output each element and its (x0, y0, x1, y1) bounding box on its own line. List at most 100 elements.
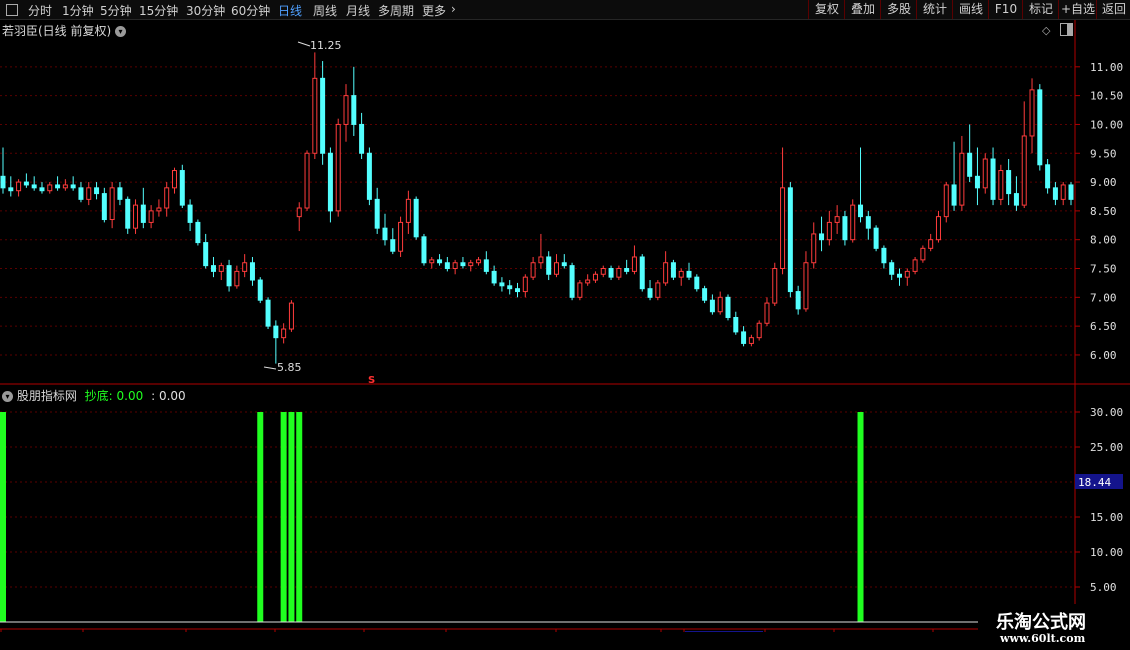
x-tick-label: 2022年 (3, 631, 42, 632)
candle-body (242, 262, 248, 272)
candle-body (982, 158, 988, 189)
period-tab-9[interactable]: 多周期 (378, 2, 414, 19)
candle (631, 245, 637, 275)
candle-body (234, 270, 240, 287)
candle-body (538, 256, 544, 264)
toolbar-button-3[interactable]: 统计 (916, 0, 953, 19)
diamond-icon[interactable]: ◇ (1042, 24, 1050, 37)
candle-body (1013, 193, 1019, 206)
candle-body (335, 123, 341, 212)
axis-text-layer: 11.00 10.50 10.00 9.50 9.00 8.50 8.00 7.50 7.00 6… (0, 61, 1123, 632)
period-tab-7[interactable]: 周线 (313, 2, 337, 19)
candle-body (8, 187, 14, 192)
layout-toggle-icon[interactable] (1060, 23, 1073, 36)
candle-body (281, 328, 287, 339)
candle (343, 84, 349, 142)
period-tab-5[interactable]: 60分钟 (231, 2, 270, 19)
candle (639, 254, 645, 292)
candle (476, 256, 482, 266)
period-tab-2[interactable]: 5分钟 (100, 2, 132, 19)
candle (460, 256, 466, 269)
candle (780, 147, 786, 275)
toolbar-button-8[interactable]: 返回 (1096, 0, 1130, 19)
more-chevron-icon[interactable]: › (451, 2, 456, 16)
indicator-y-tick-label: 30.00 (1090, 406, 1123, 419)
candle-body (616, 268, 622, 278)
main-y-tick-label: 10.00 (1090, 118, 1123, 131)
candle (249, 256, 255, 286)
signal-bar (288, 412, 295, 622)
candle-body (1045, 164, 1051, 189)
toolbar-button-5[interactable]: F10 (988, 0, 1023, 19)
candle-body (179, 170, 185, 206)
candle-body (257, 279, 263, 301)
chevron-down-icon[interactable]: ▾ (115, 26, 127, 37)
candle-body (842, 216, 848, 241)
candle-body (288, 302, 294, 330)
candle (616, 265, 622, 281)
candle (16, 179, 22, 197)
toolbar-button-6[interactable]: 标记 (1022, 0, 1059, 19)
candle-body (366, 152, 372, 200)
period-tab-6[interactable]: 日线 (278, 2, 302, 19)
candle-body (881, 247, 887, 264)
indicator-name: 股朋指标网 (16, 389, 77, 403)
indicator-value-1: 0.00 (116, 389, 144, 403)
candle (858, 147, 864, 223)
candle-body (327, 152, 333, 212)
candle-body (998, 170, 1004, 200)
candle (210, 256, 216, 278)
period-tab-0[interactable]: 分时 (28, 2, 52, 19)
candle-body (382, 227, 388, 241)
period-tab-3[interactable]: 15分钟 (139, 2, 178, 19)
period-tab-4[interactable]: 30分钟 (186, 2, 225, 19)
candle-body (741, 331, 747, 344)
candle-body (452, 262, 458, 270)
candle-body (1037, 89, 1043, 166)
indicator-title-bar: ▾ 股朋指标网 抄底: 0.00 : 0.00 (2, 387, 186, 404)
toolbar-button-1[interactable]: 叠加 (844, 0, 881, 19)
candle (374, 187, 380, 234)
main-y-tick-label: 9.00 (1090, 176, 1117, 189)
toolbar-button-4[interactable]: 画线 (952, 0, 989, 19)
candle-body (647, 288, 653, 298)
candle-body (951, 184, 957, 206)
candle-body (1068, 184, 1074, 200)
period-tab-1[interactable]: 1分钟 (62, 2, 94, 19)
candle (148, 205, 154, 229)
candle (678, 268, 684, 286)
candle-body (109, 187, 115, 221)
candle-body (444, 262, 450, 270)
candle (670, 259, 676, 281)
candle (172, 167, 178, 194)
candle (101, 187, 107, 223)
candle-body (31, 184, 37, 189)
toolbar-button-2[interactable]: 多股 (880, 0, 917, 19)
candle-body (117, 187, 123, 200)
candle (764, 297, 770, 327)
candle-body (795, 291, 801, 310)
signal-bar (857, 412, 864, 622)
chevron-down-icon[interactable]: ▾ (2, 391, 13, 402)
candle-body (974, 175, 980, 189)
candle-body (62, 184, 68, 189)
indicator-label: 抄底: (84, 389, 113, 403)
candle (382, 213, 388, 246)
candle (1029, 78, 1035, 154)
toolbar-button-7[interactable]: +自选 (1058, 0, 1097, 19)
candle (819, 216, 825, 252)
grid-view-icon[interactable] (6, 4, 18, 16)
candle (1045, 159, 1051, 194)
candle-body (1060, 184, 1066, 200)
candle-body (530, 262, 536, 278)
candle-body (156, 207, 162, 212)
period-tab-8[interactable]: 月线 (346, 2, 370, 19)
candle (663, 251, 669, 286)
candle-body (663, 262, 669, 284)
candle (600, 265, 606, 278)
toolbar-button-0[interactable]: 复权 (808, 0, 845, 19)
candle-body (265, 299, 271, 327)
signal-bar (0, 412, 6, 622)
candle (444, 256, 450, 272)
period-tab-10[interactable]: 更多 (422, 2, 446, 19)
